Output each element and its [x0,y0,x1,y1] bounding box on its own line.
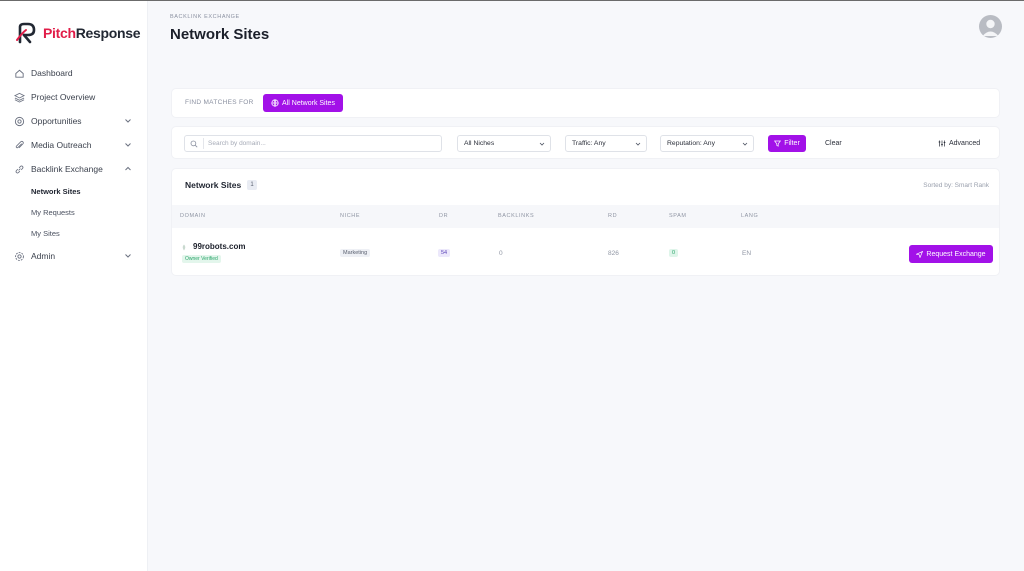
advanced-button[interactable]: Advanced [938,140,980,147]
sidebar-item-label: Opportunities [31,116,82,126]
all-network-sites-label: All Network Sites [282,99,335,107]
search-divider [203,138,204,149]
niche-select[interactable]: All Niches [457,135,551,152]
table-count-badge: 1 [247,180,257,190]
advanced-button-label: Advanced [949,140,981,147]
chevron-down-icon [742,142,748,146]
sidebar-item-label: Dashboard [31,68,73,78]
chevron-up-icon [125,166,131,171]
search-box[interactable] [184,135,442,152]
owner-verified-badge: Owner Verified [182,255,221,263]
domain-link[interactable]: 99robots.com [193,242,245,251]
brand-logo[interactable]: PitchResponse [14,21,141,45]
filter-button-label: Filter [784,140,800,147]
site-favicon-icon [182,244,186,251]
filter-button[interactable]: Filter [768,135,806,152]
sidebar-item-label: Backlink Exchange [31,164,103,174]
request-exchange-button[interactable]: Request Exchange [909,245,993,263]
traffic-select-value: Traffic: Any [572,140,606,147]
sidebar-subitem-my-requests[interactable]: My Requests [0,202,148,223]
niche-tag: Marketing [340,249,371,257]
sidebar-item-dashboard[interactable]: Dashboard [0,61,148,85]
column-header-niche: NICHE [340,213,361,219]
chevron-down-icon [125,254,131,258]
table-row: 99robots.com Owner Verified Marketing 54… [172,228,999,272]
brand-name: PitchResponse [43,25,141,41]
breadcrumb: BACKLINK EXCHANGE [170,14,240,20]
chevron-down-icon [635,142,641,146]
sidebar-item-media-outreach[interactable]: Media Outreach [0,133,148,157]
niche-select-value: All Niches [464,140,495,147]
clear-button[interactable]: Clear [825,140,842,147]
column-header-dr: DR [439,213,449,219]
reputation-select-value: Reputation: Any [667,140,715,147]
all-network-sites-button[interactable]: All Network Sites [263,94,343,112]
sidebar: PitchResponse Dashboard Project Overview… [0,1,148,571]
paperclip-icon [14,140,25,151]
spam-badge: 0 [669,249,679,257]
network-sites-table-card: Network Sites 1 Sorted by: Smart Rank DO… [172,169,999,275]
gear-icon [14,251,25,262]
sidebar-item-admin[interactable]: Admin [0,244,148,268]
sidebar-item-opportunities[interactable]: Opportunities [0,109,148,133]
column-header-domain: DOMAIN [180,213,206,219]
column-header-lang: LANG [741,213,759,219]
layers-icon [14,92,25,103]
chevron-down-icon [125,143,131,147]
sidebar-item-backlink-exchange[interactable]: Backlink Exchange [0,157,148,181]
sidebar-item-label: Admin [31,251,56,261]
search-input[interactable] [208,138,438,149]
window-top-border [0,0,1024,1]
column-header-spam: SPAM [669,213,687,219]
home-icon [14,68,25,79]
table-header: DOMAIN NICHE DR BACKLINKS RD SPAM LANG [172,205,999,228]
dr-badge: 54 [438,249,451,257]
table-title: Network Sites [185,180,242,190]
link-icon [14,164,25,175]
filters-card: All Niches Traffic: Any Reputation: Any … [172,127,999,158]
rd-value: 826 [608,250,619,257]
request-exchange-label: Request Exchange [926,250,986,258]
column-header-rd: RD [608,213,618,219]
sidebar-item-project-overview[interactable]: Project Overview [0,85,148,109]
page-title: Network Sites [170,26,270,43]
chevron-down-icon [539,142,545,146]
lang-value: EN [742,250,752,257]
find-matches-card: FIND MATCHES FOR All Network Sites [172,89,999,117]
user-avatar-icon [982,19,999,36]
traffic-select[interactable]: Traffic: Any [565,135,647,152]
target-icon [14,116,25,127]
column-header-backlinks: BACKLINKS [498,213,535,219]
sliders-icon [938,140,946,147]
sort-indicator[interactable]: Sorted by: Smart Rank [923,182,989,189]
filter-icon [774,140,782,147]
search-icon [190,140,198,148]
backlinks-value: 0 [499,250,503,257]
reputation-select[interactable]: Reputation: Any [660,135,754,152]
send-icon [916,250,924,258]
sidebar-item-label: Media Outreach [31,140,92,150]
sidebar-subitem-network-sites[interactable]: Network Sites [0,181,148,202]
sidebar-item-label: Project Overview [31,92,96,102]
avatar[interactable] [979,15,1002,38]
globe-icon [271,99,279,107]
chevron-down-icon [125,119,131,123]
pitchresponse-logo-icon [16,22,36,44]
sidebar-subitem-my-sites[interactable]: My Sites [0,223,148,244]
find-matches-label: FIND MATCHES FOR [185,99,254,106]
sidebar-nav: Dashboard Project Overview Opportunities… [0,61,148,268]
